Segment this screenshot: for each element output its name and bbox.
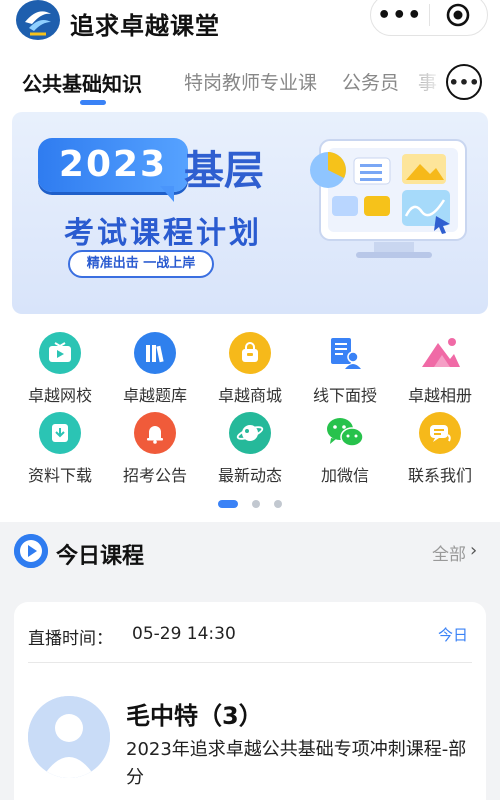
live-time-value: 05-29 14:30 (132, 624, 236, 644)
play-tv-icon (39, 332, 81, 374)
section-title: 今日课程 (56, 544, 145, 569)
grid-label: 卓越相册 (407, 386, 472, 405)
grid-label: 卓越题库 (122, 386, 187, 405)
download-icon (39, 412, 81, 454)
shopping-bag-icon (229, 332, 271, 374)
grid-item-album[interactable]: 卓越相册 (390, 332, 490, 406)
monitor-illustration (298, 134, 470, 264)
grid-dot[interactable] (274, 500, 282, 508)
grid-dot[interactable] (252, 500, 260, 508)
target-icon (446, 3, 470, 27)
grid-label: 招考公告 (122, 466, 187, 485)
card-divider (28, 662, 472, 663)
view-all-link[interactable]: 全部 (432, 540, 466, 565)
grid-item-online-school[interactable]: 卓越网校 (10, 332, 110, 406)
banner-carousel[interactable]: 2023 基层 考试课程计划 精准出击 一战上岸 (12, 112, 488, 314)
wechat-icon (324, 412, 366, 454)
avatar (28, 696, 110, 778)
brand-logo (16, 0, 60, 40)
books-icon (134, 332, 176, 374)
active-tab-indicator (80, 100, 106, 105)
feature-grid: 卓越网校 卓越题库 卓越商城 线下面授 卓越相册 资料下载 招考公告 最新动态 … (0, 322, 500, 522)
grid-label: 卓越网校 (27, 386, 92, 405)
chevron-right-icon[interactable]: › (470, 540, 477, 561)
course-name: 毛中特（3） (126, 702, 263, 730)
category-tabs: 公共基础知识 特岗教师专业课 公务员 事 ••• (0, 46, 500, 110)
tab-public-basics[interactable]: 公共基础知识 (22, 68, 142, 97)
banner-section: 2023 基层 考试课程计划 精准出击 一战上岸 (0, 110, 500, 408)
grid-item-news[interactable]: 最新动态 (200, 412, 300, 486)
photo-album-icon (419, 332, 461, 374)
grid-item-mall[interactable]: 卓越商城 (200, 332, 300, 406)
teacher-board-icon (324, 332, 366, 374)
grid-label: 加微信 (320, 466, 369, 485)
grid-dot-active[interactable] (218, 500, 238, 508)
live-time-label: 直播时间： (28, 629, 113, 649)
tabs-more-button[interactable]: ••• (446, 64, 482, 100)
planet-icon (229, 412, 271, 454)
grid-label: 联系我们 (407, 466, 472, 485)
grid-label: 资料下载 (27, 466, 92, 485)
banner-headline: 基层 (184, 148, 264, 194)
tabs-fade (404, 46, 444, 110)
bell-icon (134, 412, 176, 454)
grid-item-contact[interactable]: 联系我们 (390, 412, 490, 486)
badge-tail (160, 186, 174, 202)
close-mini-program-button[interactable] (429, 3, 487, 27)
tab-civil-servant[interactable]: 公务员 (342, 68, 399, 95)
play-circle-icon (14, 534, 48, 568)
grid-item-offline-class[interactable]: 线下面授 (295, 332, 395, 406)
banner-slogan: 精准出击 一战上岸 (68, 250, 214, 278)
tab-special-teacher[interactable]: 特岗教师专业课 (184, 68, 317, 95)
grid-label: 最新动态 (217, 466, 282, 485)
chat-contact-icon (419, 412, 461, 454)
grid-item-question-bank[interactable]: 卓越题库 (105, 332, 205, 406)
grid-pagination (0, 500, 500, 510)
grid-item-wechat[interactable]: 加微信 (295, 412, 395, 486)
course-card[interactable]: 直播时间： 05-29 14:30 今日 毛中特（3） 2023年追求卓越公共基… (14, 602, 486, 800)
grid-label: 卓越商城 (217, 386, 282, 405)
today-courses-header: 今日课程 全部 › (0, 522, 500, 582)
grid-item-announcements[interactable]: 招考公告 (105, 412, 205, 486)
today-badge: 今日 (438, 626, 469, 644)
header: 追求卓越课堂 ••• (0, 0, 500, 46)
banner-subtitle: 考试课程计划 (64, 216, 262, 251)
banner-year-badge: 2023 (38, 138, 188, 192)
grid-item-downloads[interactable]: 资料下载 (10, 412, 110, 486)
mini-program-capsule: ••• (370, 0, 488, 36)
app-title: 追求卓越课堂 (70, 12, 220, 40)
more-options-button[interactable]: ••• (371, 3, 429, 28)
course-title: 2023年追求卓越公共基础专项冲刺课程-部分 (126, 739, 467, 788)
grid-label: 线下面授 (312, 386, 377, 405)
